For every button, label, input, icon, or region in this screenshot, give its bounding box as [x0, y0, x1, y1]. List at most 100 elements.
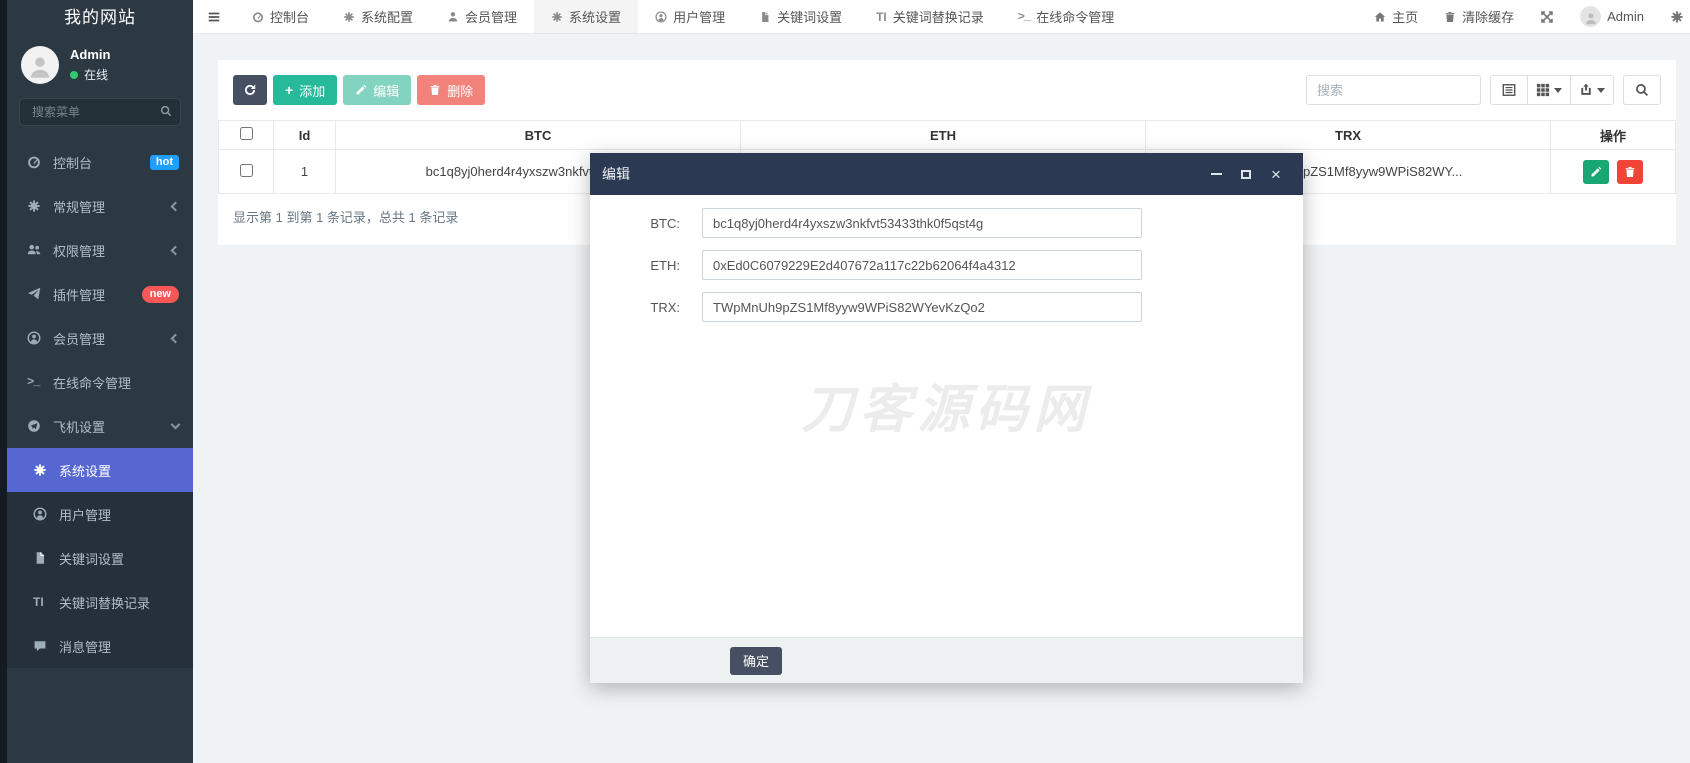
user-name: Admin [70, 47, 111, 62]
tab-system-config[interactable]: 系统配置 [326, 0, 430, 33]
person-icon [27, 55, 53, 81]
gauge-icon [252, 11, 264, 23]
trx-field[interactable] [702, 292, 1142, 322]
tab-keyword-settings[interactable]: 关键词设置 [742, 0, 859, 33]
sidebar-item-auth[interactable]: 权限管理 [7, 228, 193, 272]
sidebar-item-system-settings[interactable]: 系统设置 [7, 448, 193, 492]
edit-dialog: 编辑 × BTC: ETH: TRX: 刀客源码网 确定 [590, 153, 1303, 683]
sidebar-item-general[interactable]: 常规管理 [7, 184, 193, 228]
fullscreen-button[interactable] [1527, 0, 1567, 33]
home-link[interactable]: 主页 [1361, 0, 1431, 33]
caret-down-icon [1554, 87, 1562, 93]
select-all-header [218, 120, 274, 150]
search-icon [1635, 83, 1649, 97]
sidebar-item-dashboard[interactable]: 控制台 hot [7, 140, 193, 184]
maximize-icon[interactable] [1239, 167, 1253, 181]
clear-cache-link[interactable]: 清除缓存 [1431, 0, 1527, 33]
gauge-icon [27, 155, 53, 169]
user-circle-icon [27, 331, 53, 345]
pencil-icon [1590, 166, 1602, 178]
gear-icon [551, 11, 563, 23]
sidebar-item-message-manage[interactable]: 消息管理 [7, 624, 193, 668]
pencil-icon [355, 84, 367, 96]
minimize-icon[interactable] [1209, 167, 1223, 181]
row-checkbox[interactable] [239, 163, 253, 177]
terminal-icon: >_ [1017, 9, 1031, 24]
confirm-button[interactable]: 确定 [730, 646, 783, 675]
refresh-button[interactable] [233, 75, 267, 105]
gears-icon [1670, 10, 1684, 24]
delete-button[interactable]: 删除 [417, 75, 486, 105]
add-button[interactable]: + 添加 [273, 75, 338, 105]
person-icon [1584, 12, 1598, 26]
sidebar-toggle-button[interactable] [193, 0, 235, 33]
table-toolbar: + 添加 编辑 删除 [218, 60, 1676, 120]
tab-dashboard[interactable]: 控制台 [235, 0, 326, 33]
chevron-left-icon [170, 333, 181, 343]
tab-user-manage[interactable]: 用户管理 [638, 0, 742, 33]
avatar [21, 46, 59, 84]
edit-button[interactable]: 编辑 [343, 75, 412, 105]
tab-keyword-replace-log[interactable]: TI 关键词替换记录 [859, 0, 1001, 33]
user-status: 在线 [84, 68, 109, 82]
tab-system-settings[interactable]: 系统设置 [534, 0, 639, 33]
navbar-user-name: Admin [1607, 9, 1644, 24]
columns-button[interactable] [1527, 76, 1570, 104]
user-circle-icon [33, 507, 59, 521]
dialog-title: 编辑 [602, 166, 630, 182]
sidebar-item-user-manage[interactable]: 用户管理 [7, 492, 193, 536]
tab-command-manage[interactable]: >_ 在线命令管理 [1001, 0, 1131, 33]
search-icon [160, 105, 172, 117]
btc-label: BTC: [650, 215, 680, 231]
row-edit-button[interactable] [1583, 159, 1610, 184]
sidebar-item-keyword-settings[interactable]: 关键词设置 [7, 536, 193, 580]
export-button[interactable] [1570, 76, 1613, 104]
file-icon [33, 551, 59, 565]
close-icon[interactable]: × [1269, 166, 1283, 183]
table-search-input[interactable] [1306, 75, 1481, 105]
paper-plane-icon [27, 287, 53, 301]
nav-tabs: 控制台 系统配置 会员管理 系统设置 用户管理 关键词设置 TI 关键词替换记录 … [235, 0, 1131, 33]
sidebar-item-telegram-settings[interactable]: 飞机设置 [7, 404, 193, 448]
users-icon [27, 243, 53, 257]
user-dropdown[interactable]: Admin [1567, 0, 1657, 33]
sidebar-item-addon[interactable]: 插件管理 new [7, 272, 193, 316]
eth-field[interactable] [702, 250, 1142, 280]
sidebar-item-keyword-replace-log[interactable]: TI 关键词替换记录 [7, 580, 193, 624]
cell-actions [1550, 149, 1676, 194]
btc-field[interactable] [702, 208, 1142, 238]
home-icon [1374, 11, 1386, 23]
plus-icon: + [285, 82, 294, 98]
expand-icon [1540, 10, 1554, 24]
sidebar-edge-strip [0, 0, 7, 763]
row-delete-button[interactable] [1616, 159, 1643, 184]
sidebar-item-member[interactable]: 会员管理 [7, 316, 193, 360]
trx-label: TRX: [650, 299, 680, 315]
gear-icon [33, 463, 59, 477]
trash-icon [429, 84, 441, 96]
sidebar: 我的网站 Admin 在线 控制台 hot 常规管理 [0, 0, 193, 763]
text-icon: TI [33, 595, 44, 609]
refresh-icon [243, 83, 257, 97]
select-all-checkbox[interactable] [239, 127, 253, 140]
search-button[interactable] [1623, 75, 1661, 105]
chevron-down-icon [170, 419, 181, 430]
menu-search-input[interactable] [19, 98, 181, 126]
user-panel: Admin 在线 [7, 36, 193, 92]
eth-label: ETH: [650, 257, 680, 273]
avatar [1580, 6, 1602, 27]
tab-member-manage[interactable]: 会员管理 [430, 0, 534, 33]
sidebar-item-command[interactable]: >_ 在线命令管理 [7, 360, 193, 404]
comment-icon [33, 639, 59, 653]
toggle-view-button[interactable] [1491, 76, 1527, 104]
watermark: 刀客源码网 [801, 381, 1092, 439]
caret-down-icon [1597, 87, 1605, 93]
user-icon [447, 11, 459, 23]
col-id: Id [273, 120, 336, 150]
col-eth: ETH [740, 120, 1146, 150]
sidebar-menu: 控制台 hot 常规管理 权限管理 插件管理 new 会员管理 >_ 在线命令管… [7, 140, 193, 448]
new-badge: new [141, 285, 179, 303]
list-view-icon [1502, 83, 1516, 97]
settings-button[interactable] [1657, 0, 1688, 33]
chevron-left-icon [170, 201, 181, 211]
